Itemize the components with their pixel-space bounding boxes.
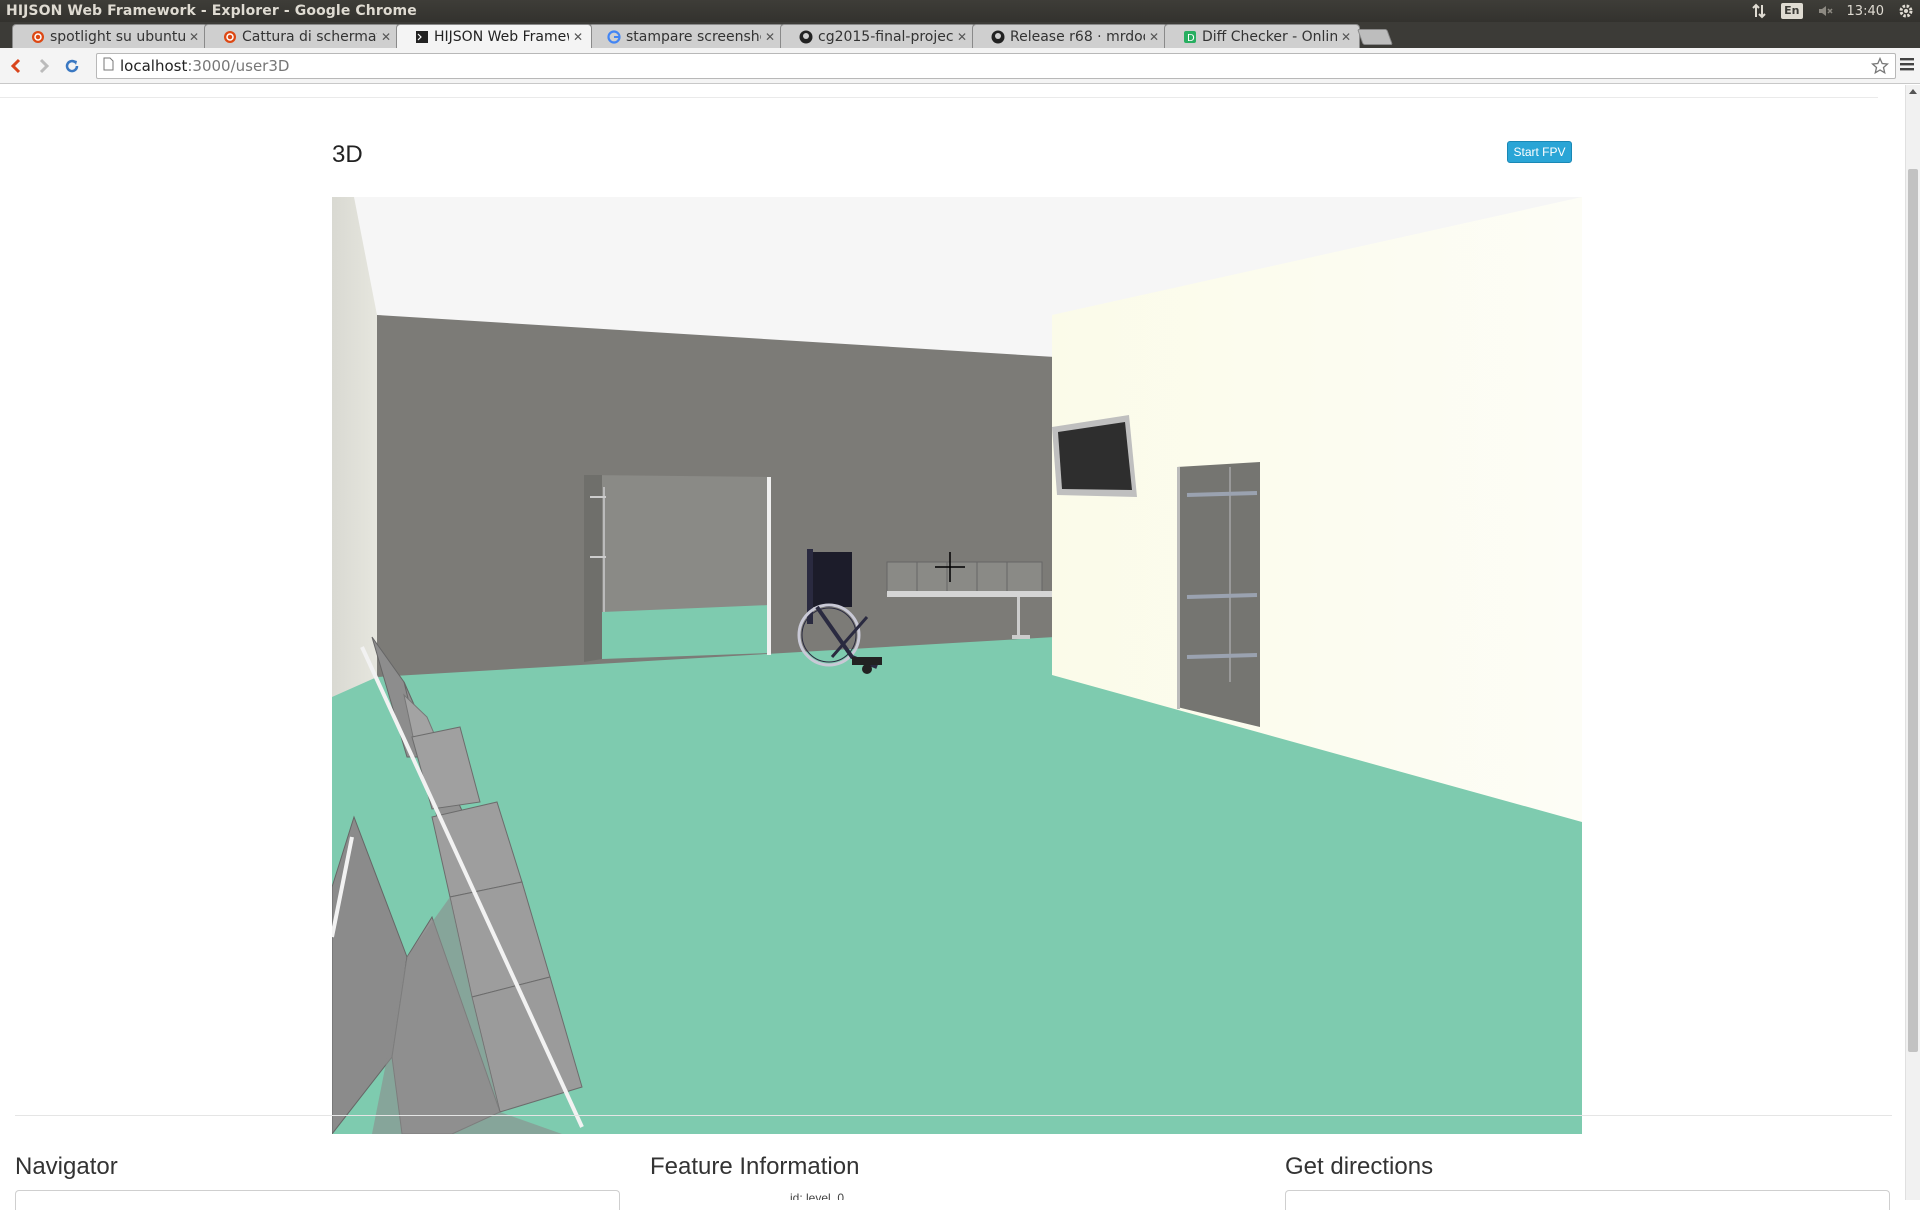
tab-spotlight[interactable]: spotlight su ubuntu ✕ [12,24,208,48]
tab-hijson[interactable]: HIJSON Web Framework ✕ [396,24,592,48]
chrome-menu-button[interactable] [1900,56,1914,75]
close-icon[interactable]: ✕ [1149,30,1159,44]
tab-label: spotlight su ubuntu [50,28,185,45]
tab-label: Diff Checker - Online [1202,28,1337,45]
tab-release[interactable]: Release r68 · mrdoob ✕ [972,24,1168,48]
terminal-icon [415,30,429,44]
bookmark-star-icon[interactable] [1870,56,1890,79]
svg-text:D: D [1187,33,1195,44]
close-icon[interactable]: ✕ [957,30,967,44]
back-arrow-icon [10,58,21,73]
forward-button[interactable] [32,54,56,78]
hamburger-menu-icon [1900,58,1914,71]
tab-strip: spotlight su ubuntu ✕ Cattura di scherma… [0,22,1920,48]
keyboard-layout-indicator[interactable]: En [1781,3,1803,19]
3d-viewport-canvas[interactable] [332,197,1582,1134]
feature-info-title: Feature Information [650,1153,860,1180]
get-directions-title: Get directions [1285,1153,1434,1180]
divider [0,97,1878,98]
page-content: 3D Start FPV Navigator Feature Informati… [0,85,1920,1210]
github-icon [799,30,813,44]
tab-label: Cattura di schermata [242,28,377,45]
window-title: HIJSON Web Framework - Explorer - Google… [6,3,417,19]
volume-muted-icon[interactable] [1817,3,1833,19]
close-icon[interactable]: ✕ [573,30,583,44]
close-icon[interactable]: ✕ [381,30,391,44]
page-title: 3D [332,141,363,168]
page-icon [103,57,114,75]
new-tab-button[interactable] [1357,29,1393,45]
scroll-thumb[interactable] [1908,169,1918,1052]
network-icon[interactable] [1751,3,1767,19]
navigator-box[interactable] [15,1190,620,1210]
system-tray: En 13:40 [1751,0,1914,22]
reload-button[interactable] [60,54,84,78]
tab-label: stampare screenshot [626,28,761,45]
scroll-up-arrow-icon[interactable] [1909,89,1917,94]
tab-cattura[interactable]: Cattura di schermata ✕ [204,24,400,48]
close-icon[interactable]: ✕ [189,30,199,44]
get-directions-box[interactable] [1285,1190,1890,1210]
close-icon[interactable]: ✕ [765,30,775,44]
reload-icon [65,59,79,72]
google-icon [607,29,621,44]
tab-label: HIJSON Web Framework [434,28,569,45]
tab-cg2015[interactable]: cg2015-final-project ✕ [780,24,976,48]
gear-icon[interactable] [1898,3,1914,19]
diffchecker-icon: D [1183,30,1197,44]
close-icon[interactable]: ✕ [1341,30,1351,44]
start-fpv-button[interactable]: Start FPV [1507,141,1572,163]
feature-info-peek: id: level_0 [790,1191,845,1200]
tab-label: Release r68 · mrdoob [1010,28,1145,45]
navigator-title: Navigator [15,1153,118,1180]
clock[interactable]: 13:40 [1847,4,1884,19]
tab-label: cg2015-final-project [818,28,953,45]
url-host: localhost [120,57,188,75]
forward-arrow-icon [39,58,50,73]
ubuntu-icon [31,30,45,44]
ubuntu-icon [223,30,237,44]
os-title-bar: HIJSON Web Framework - Explorer - Google… [0,0,1920,22]
divider [15,1115,1892,1116]
url-path: :3000/user3D [187,57,290,75]
address-bar[interactable]: localhost:3000/user3D [96,53,1896,79]
tab-diffchecker[interactable]: D Diff Checker - Online ✕ [1164,24,1360,48]
back-button[interactable] [4,54,28,78]
page-scrollbar[interactable] [1905,85,1920,1200]
browser-toolbar: localhost:3000/user3D [0,48,1920,84]
tab-stampare[interactable]: stampare screenshot ✕ [588,24,784,48]
github-icon [991,30,1005,44]
